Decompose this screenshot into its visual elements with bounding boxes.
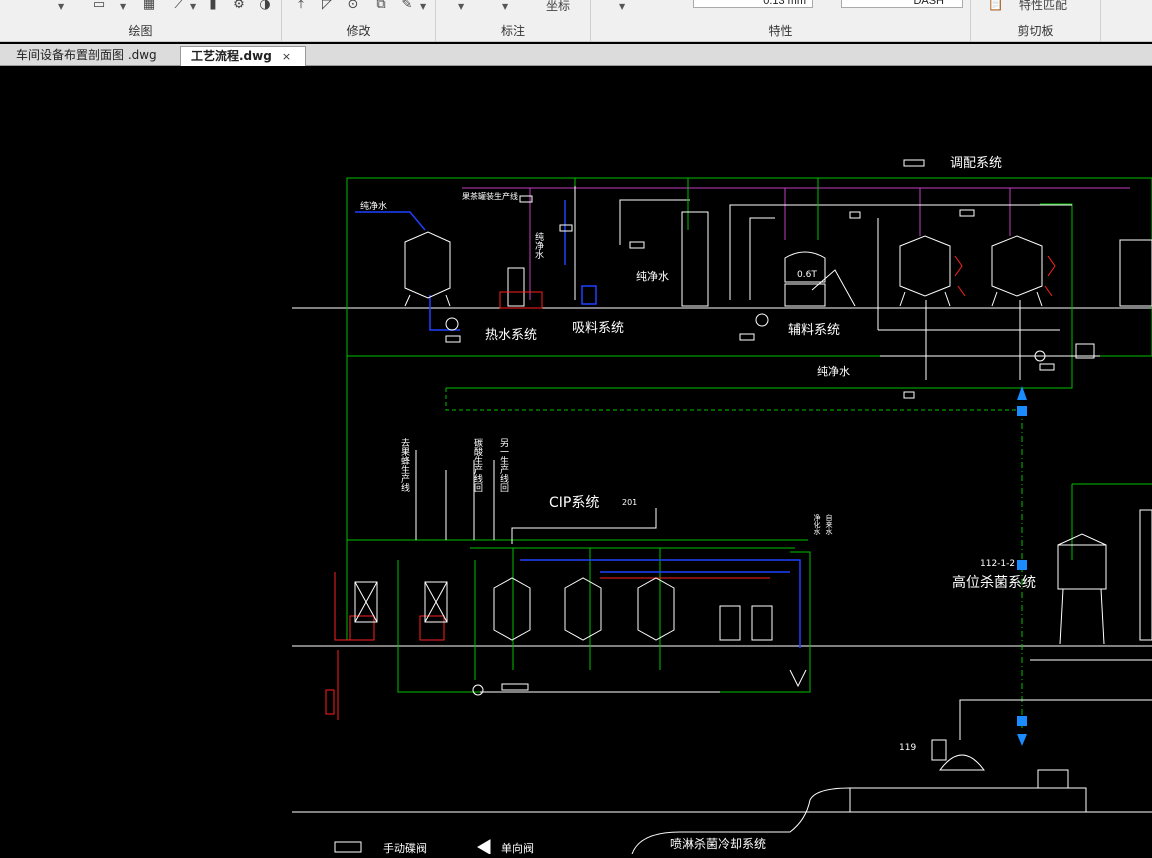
group-label-annotation: 标注 [500, 24, 525, 38]
group-label-properties: 特性 [768, 24, 793, 38]
green-pipes-top [574, 178, 819, 240]
linetype-field[interactable]: DASH [841, 0, 963, 8]
cip-white-pipes [415, 450, 1152, 740]
region-icon[interactable]: ▮ [204, 0, 222, 14]
chevron-down-icon[interactable]: ▼ [190, 2, 196, 11]
modify-panel: ⤒ ◸ ⊙ ⧉ ✎ ▼ 修改 [282, 0, 436, 41]
clipboard-panel: 📋 特性匹配 剪切板 [971, 0, 1101, 41]
measure-icon[interactable]: ⊙ [344, 0, 362, 14]
label-cip-num: 201 [622, 498, 637, 507]
red-top [499, 255, 1056, 309]
label-vertical-3: 另一生产线回 [498, 438, 509, 493]
vertical-labels: 纯净水 去果蜂生产线 碳酸生产线回 另一生产线回 净化水 自来水 [399, 231, 833, 535]
label-pure-water-1: 纯净水 [360, 200, 387, 212]
label-vertical-2: 碳酸生产线回 [472, 437, 483, 493]
tab-workshop-layout[interactable]: 车间设备布置剖面图 .dwg [6, 46, 167, 66]
polyline-icon[interactable]: ⟋ [170, 0, 188, 14]
chevron-down-icon[interactable]: ▼ [458, 2, 464, 11]
label-pure-water-vertical: 纯净水 [533, 231, 544, 259]
label-fuliao: 辅料系统 [788, 323, 840, 338]
chevron-down-icon[interactable]: ▼ [420, 2, 426, 11]
chevron-down-icon[interactable]: ▼ [619, 2, 625, 11]
drawing-canvas[interactable]: 调配系统 热水系统 吸料系统 辅料系统 纯净水 纯净水 纯净水 果茶罐装生产线 … [0, 66, 1152, 855]
label-xiliao: 吸料系统 [572, 321, 624, 336]
chevron-down-icon[interactable]: ▼ [58, 2, 64, 11]
label-vertical-5: 自来水 [825, 513, 833, 535]
label-penlin: 喷淋杀菌冷却系统 [670, 836, 766, 851]
legend-manual-valve: 手动碟阀 [383, 841, 427, 854]
legend-check-valve: 单向阀 [501, 841, 534, 854]
label-guo-line: 果茶罐装生产线 [462, 191, 518, 201]
tab-label: 工艺流程.dwg [191, 49, 272, 63]
label-pure-water-3: 纯净水 [817, 364, 850, 378]
group-icon[interactable]: ⚙ [230, 0, 248, 14]
paste-icon[interactable]: 📋 [987, 0, 1005, 14]
group-label-modify: 修改 [346, 24, 371, 38]
label-reshui: 热水系统 [485, 328, 537, 343]
group-label-draw: 绘图 [128, 24, 153, 38]
move-icon[interactable]: ⤒ [292, 0, 310, 14]
tab-label: 车间设备布置剖面图 .dwg [16, 48, 157, 62]
label-tiaopei: 调配系统 [950, 156, 1002, 171]
copy-icon[interactable]: ⧉ [372, 0, 390, 14]
blue-pipes-top [355, 200, 566, 331]
ribbon: ⌒ ▼ ▭ ▼ ▦ ⟋ ▼ ▮ ⚙ ◑ 绘图 ⤒ ◸ ⊙ ⧉ ✎ ▼ 修改 ▼ … [0, 0, 1152, 42]
rectangle-icon[interactable]: ▭ [90, 0, 108, 14]
line-icon[interactable]: ⌒ [10, 0, 28, 14]
lineweight-field[interactable]: 0.13 mm [693, 0, 813, 8]
label-gaowei: 高位杀菌系统 [952, 574, 1036, 591]
label-tank-06t: 0.6T [797, 270, 817, 280]
close-icon[interactable]: × [282, 47, 291, 66]
drawing-svg: 调配系统 热水系统 吸料系统 辅料系统 纯净水 纯净水 纯净水 果茶罐装生产线 … [292, 156, 1152, 855]
stretch-icon[interactable]: ◸ [318, 0, 336, 14]
chevron-down-icon[interactable]: ▼ [502, 2, 508, 11]
annotation-panel: ▼ ▼ 坐标 标注 [436, 0, 591, 41]
cip-tanks [325, 509, 1152, 715]
blue-vessel [581, 285, 597, 305]
hatch-icon[interactable]: ▦ [140, 0, 158, 14]
boundary-icon[interactable]: ◑ [256, 0, 274, 14]
draw-panel: ⌒ ▼ ▭ ▼ ▦ ⟋ ▼ ▮ ⚙ ◑ 绘图 [0, 0, 282, 41]
label-119: 119 [899, 743, 916, 753]
tab-process-flow[interactable]: 工艺流程.dwg × [180, 46, 306, 66]
drawing-labels: 调配系统 热水系统 吸料系统 辅料系统 纯净水 纯净水 纯净水 果茶罐装生产线 … [360, 156, 1036, 855]
label-pure-water-2: 纯净水 [636, 269, 669, 283]
match-properties-button[interactable]: 特性匹配 [1019, 0, 1099, 14]
edit-icon[interactable]: ✎ [398, 0, 416, 14]
chevron-down-icon[interactable]: ▼ [120, 2, 126, 11]
label-gaowei-num: 112-1-2 [980, 559, 1015, 569]
document-tabs: 车间设备布置剖面图 .dwg 工艺流程.dwg × [0, 44, 1152, 66]
coord-button[interactable]: 坐标 [528, 0, 588, 15]
group-label-clipboard: 剪切板 [1017, 24, 1054, 38]
label-vertical-4: 净化水 [813, 513, 821, 535]
label-cip: CIP系统 [549, 495, 599, 511]
label-vertical-1: 去果蜂生产线 [399, 437, 410, 492]
properties-panel: ▼ 0.13 mm DASH 特性 [591, 0, 971, 41]
